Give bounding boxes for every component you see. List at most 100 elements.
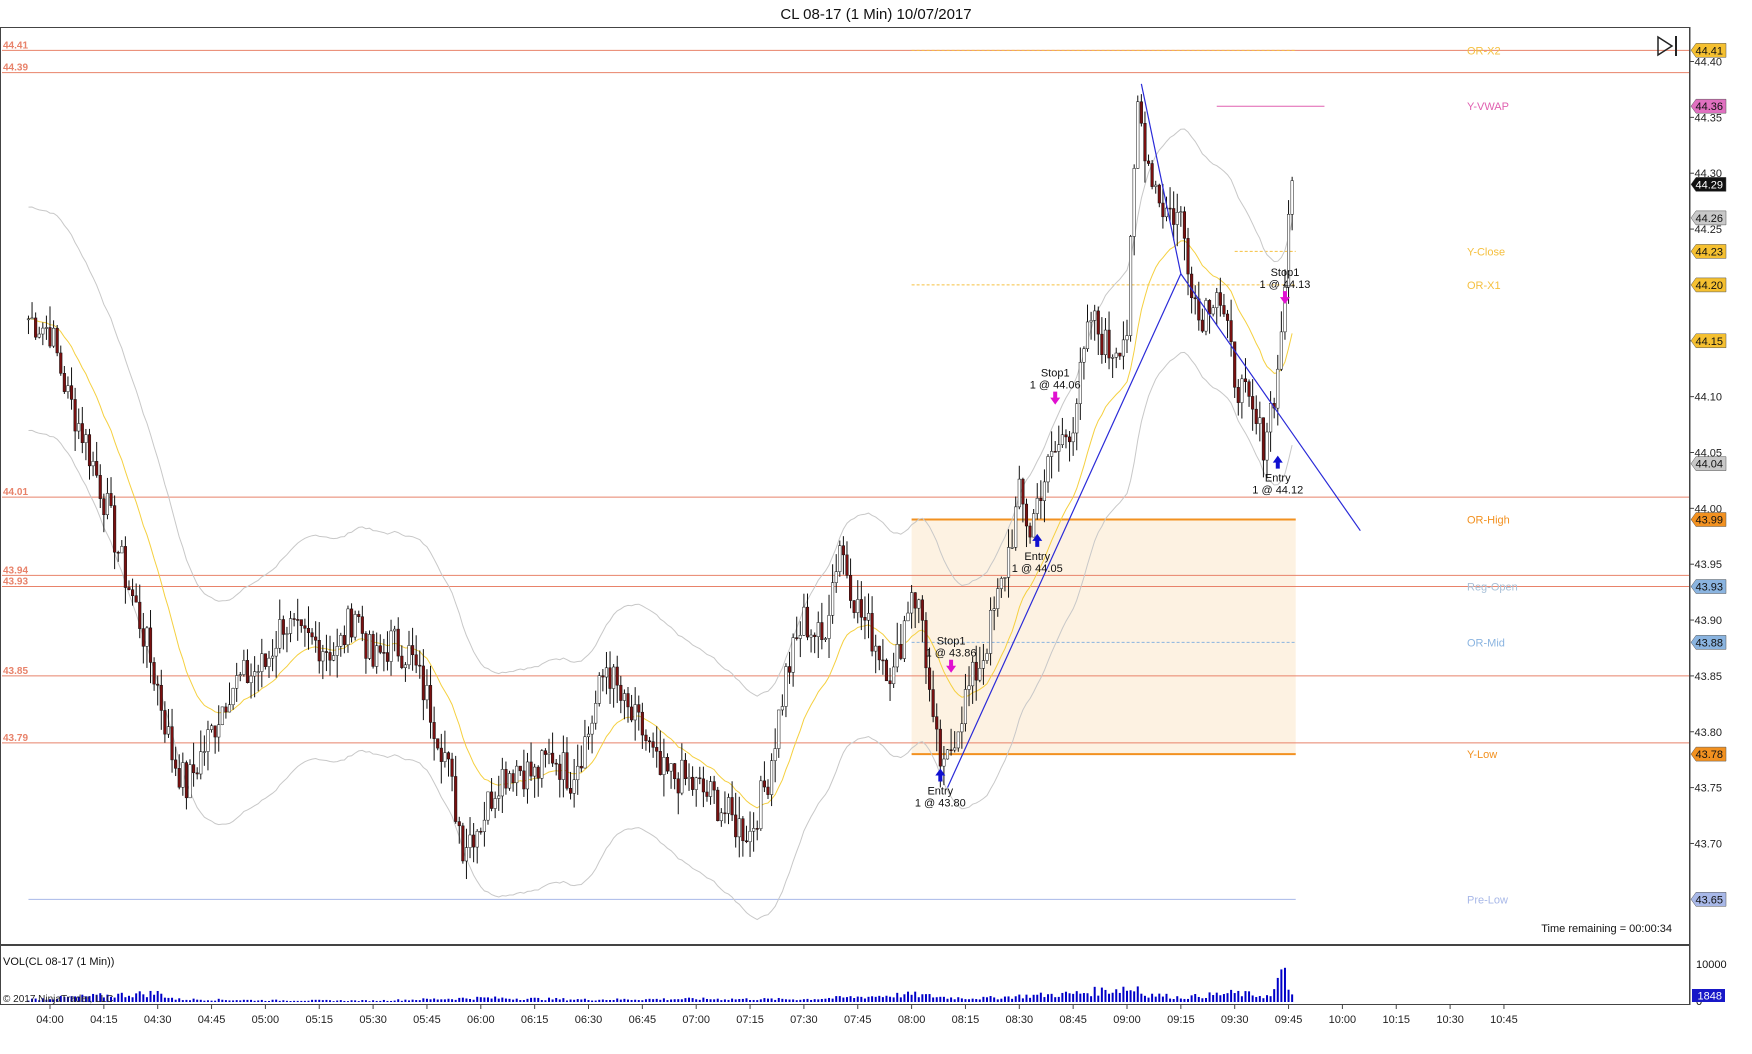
axis-price-tag: 43.93 (1690, 579, 1727, 594)
volume-bar (483, 997, 486, 1002)
candle-body (597, 675, 601, 704)
volume-bar (939, 996, 942, 1002)
time-tick-label: 06:30 (575, 1014, 603, 1026)
candle-body (1229, 320, 1233, 343)
candle-body (816, 622, 820, 637)
candle-body (949, 749, 953, 751)
candle-body (766, 786, 770, 795)
candle-body (511, 773, 515, 784)
candle-body (206, 729, 210, 752)
candle-body (84, 434, 88, 443)
annotation-label: Entry (1265, 473, 1291, 485)
volume-bar (688, 997, 691, 1002)
volume-bar (810, 999, 813, 1002)
volume-bar (1075, 991, 1078, 1002)
candle-body (1111, 357, 1115, 359)
candle-body (407, 645, 411, 666)
volume-bar (1233, 993, 1236, 1002)
volume-bar (461, 997, 464, 1002)
volume-bar (1100, 987, 1103, 1002)
candle-body (1172, 208, 1176, 225)
skip-to-end-icon[interactable] (1657, 35, 1677, 57)
time-tick-label: 05:30 (359, 1014, 387, 1026)
annotation-label: 1 @ 44.12 (1252, 485, 1303, 497)
candle-body (737, 818, 741, 838)
volume-bar (174, 999, 177, 1002)
candle-body (249, 675, 253, 683)
candle-body (1225, 313, 1230, 321)
volume-bar (1280, 969, 1283, 1002)
volume-bar (957, 997, 960, 1002)
price-tick-label: 43.70 (1694, 838, 1722, 850)
annotation-label: 1 @ 43.80 (915, 797, 966, 809)
candle-body (1254, 408, 1258, 424)
volume-bar (260, 999, 263, 1002)
volume-bar (1007, 996, 1010, 1002)
candle-body (428, 685, 433, 723)
candle-body (1010, 547, 1014, 549)
candle-body (1190, 273, 1194, 299)
time-tick-label: 07:30 (790, 1014, 818, 1026)
candle-body (486, 791, 490, 821)
volume-bar (544, 1000, 547, 1002)
volume-bar (777, 997, 780, 1002)
time-tick-label: 04:00 (36, 1014, 64, 1026)
time-tick-label: 09:30 (1221, 1014, 1249, 1026)
candle-body (1093, 310, 1097, 321)
candle-body (637, 704, 641, 713)
candle-body (52, 327, 56, 347)
volume-bar (576, 999, 579, 1002)
volume-bar (670, 999, 673, 1002)
volume-bar (1025, 994, 1028, 1002)
volume-bar (673, 999, 676, 1002)
candle-body (44, 327, 48, 329)
candle-body (411, 645, 415, 656)
candle-body (604, 667, 609, 678)
volume-bar (802, 999, 805, 1002)
volume-bar (1201, 998, 1204, 1002)
candle-body (1050, 451, 1054, 457)
volume-bar (935, 997, 938, 1002)
price-tick-label: 43.80 (1694, 727, 1722, 739)
price-tag-label: 44.20 (1695, 280, 1723, 292)
chart-canvas[interactable]: 44.4144.3944.0143.9443.9343.8543.79OR-X2… (0, 0, 1752, 1054)
volume-bar (824, 998, 827, 1002)
candle-body (378, 645, 382, 653)
volume-bar (551, 999, 554, 1002)
volume-bar (408, 1000, 410, 1002)
time-tick-label: 10:30 (1436, 1014, 1464, 1026)
candle-body (852, 600, 856, 613)
named-level-label: Y-Close (1467, 246, 1505, 258)
volume-bar (486, 997, 489, 1002)
volume-bar (745, 998, 748, 1002)
volume-bar (404, 999, 407, 1002)
candle-body (1136, 101, 1140, 169)
candle-body (1261, 417, 1265, 461)
volume-bar (1165, 993, 1168, 1002)
candle-body (863, 617, 867, 621)
time-tick-label: 05:45 (413, 1014, 441, 1026)
volume-bar (372, 1000, 375, 1002)
volume-bar (354, 1000, 357, 1002)
candle-body (892, 666, 896, 685)
candle-body (1200, 319, 1204, 332)
annotation-label: 1 @ 43.86 (926, 648, 977, 660)
volume-bar (684, 998, 687, 1002)
candle-body (802, 606, 806, 636)
volume-bar (533, 997, 536, 1002)
candle-body (267, 657, 271, 667)
candle-body (630, 706, 634, 721)
candle-body (723, 812, 727, 815)
price-tick-label: 43.90 (1694, 615, 1722, 627)
candle-body (719, 812, 723, 822)
candle-body (174, 759, 178, 769)
time-tick-label: 04:15 (90, 1014, 118, 1026)
volume-bar (781, 998, 784, 1002)
candle-body (827, 615, 831, 639)
candle-body (1100, 333, 1104, 355)
volume-bar (1126, 990, 1128, 1002)
candle-body (357, 614, 361, 617)
candle-body (59, 352, 63, 374)
volume-bar (867, 996, 870, 1002)
candle-body (342, 635, 346, 646)
